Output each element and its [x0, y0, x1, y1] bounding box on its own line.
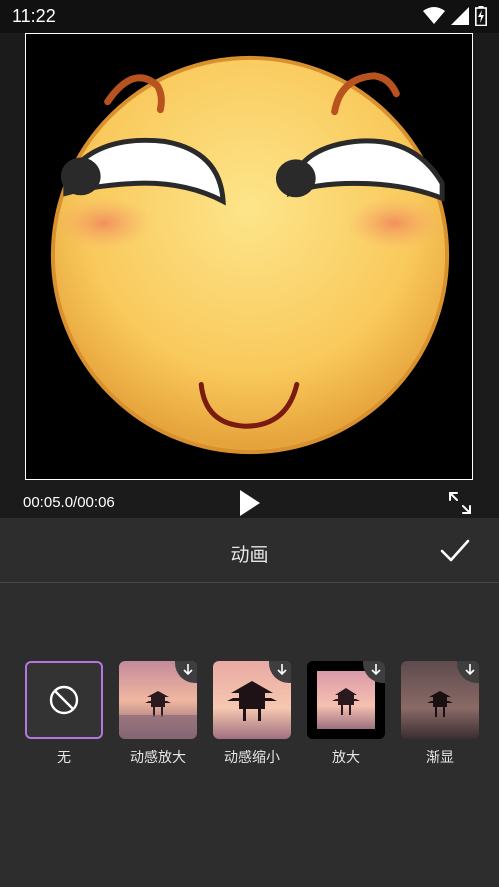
download-icon [183, 664, 193, 675]
status-bar: 11:22 [0, 0, 499, 33]
video-preview[interactable] [25, 33, 473, 480]
anim-thumb[interactable] [213, 661, 291, 739]
anim-label: 放大 [332, 750, 360, 766]
panel-title: 动画 [230, 544, 269, 566]
anim-label: 无 [57, 750, 71, 766]
wifi-icon [423, 7, 445, 24]
anim-label: 动感放大 [130, 750, 186, 766]
emoji-image [50, 55, 450, 455]
playback-time: 00:05.0/00:06 [23, 494, 115, 511]
no-animation-icon [49, 685, 79, 715]
anim-thumb[interactable] [119, 661, 197, 739]
signal-icon [451, 7, 469, 25]
anim-item-zoom-in-dynamic[interactable]: 动感放大 [119, 661, 199, 767]
anim-label: 渐显 [426, 750, 454, 766]
anim-thumb[interactable] [307, 661, 385, 739]
animation-panel: 动画 无 动感放大 动感缩小 放大 渐显 [0, 518, 499, 887]
anim-item-zoom-in[interactable]: 放大 [307, 661, 387, 767]
confirm-check-icon[interactable] [438, 536, 472, 566]
panel-header: 动画 [0, 518, 499, 583]
download-icon [371, 664, 381, 675]
status-icons [423, 6, 487, 26]
download-icon [465, 664, 475, 675]
anim-item-zoom-out-dynamic[interactable]: 动感缩小 [213, 661, 293, 767]
play-button[interactable] [236, 488, 264, 518]
anim-label: 动感缩小 [224, 750, 280, 766]
battery-icon [475, 6, 487, 26]
anim-item-none[interactable]: 无 [25, 661, 105, 767]
fullscreen-icon[interactable] [446, 489, 474, 517]
anim-thumb-none[interactable] [25, 661, 103, 739]
status-time: 11:22 [12, 6, 56, 26]
anim-item-fade-in[interactable]: 渐显 [401, 661, 481, 767]
preview-area: 00:05.0/00:06 [0, 33, 499, 518]
animation-list: 无 动感放大 动感缩小 放大 渐显 [0, 661, 499, 781]
download-icon [277, 664, 287, 675]
anim-thumb[interactable] [401, 661, 479, 739]
